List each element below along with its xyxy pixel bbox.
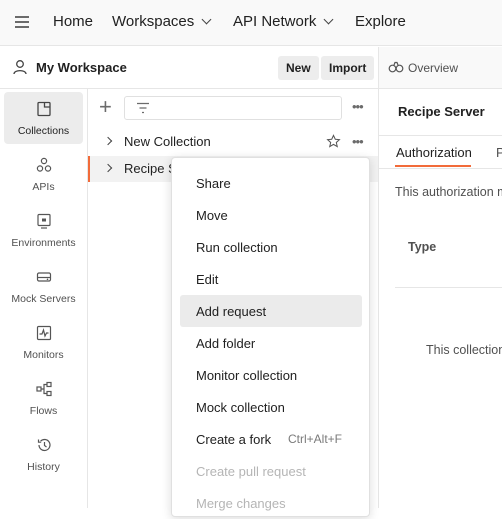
chevron-right-icon[interactable] (103, 163, 113, 173)
filter-icon (137, 102, 149, 114)
nav-explore[interactable]: Explore (355, 13, 406, 30)
more-options-icon[interactable]: ••• (352, 134, 364, 149)
collections-icon (37, 101, 51, 117)
chevron-down-icon (201, 14, 212, 25)
menu-item-run-collection[interactable]: Run collection (180, 231, 362, 263)
menu-item-create-pull-request: Create pull request (180, 455, 362, 487)
menu-item-share[interactable]: Share (180, 167, 362, 199)
menu-item-label: Create pull request (196, 464, 306, 479)
menu-item-add-request[interactable]: Add request (180, 295, 362, 327)
menu-item-label: Run collection (196, 240, 278, 255)
sidebar-item-label: Collections (17, 125, 70, 137)
menu-item-label: Share (196, 176, 231, 191)
overview-tab-label: Overview (408, 61, 459, 75)
sidebar-item-history[interactable]: History (4, 428, 83, 480)
sidebar-item-label: Flows (29, 405, 58, 417)
workspace-header: My Workspace New Import (0, 47, 378, 89)
person-icon (13, 60, 27, 75)
sidebar-item-label: Mock Servers (11, 293, 76, 305)
sidebar-item-collections[interactable]: Collections (4, 92, 83, 144)
flows-icon (36, 381, 52, 397)
import-button[interactable]: Import (321, 56, 375, 80)
tab-overview[interactable]: Overview (379, 47, 502, 89)
chevron-right-icon[interactable] (103, 136, 113, 146)
collection-name: Recipe S (124, 161, 177, 176)
menu-item-edit[interactable]: Edit (180, 263, 362, 295)
type-label: Type (408, 240, 437, 254)
nav-api-network-label: API Network (233, 13, 317, 30)
menu-item-label: Create a fork (196, 432, 272, 447)
apis-icon (36, 157, 52, 172)
menu-item-label: Merge changes (196, 496, 286, 511)
sidebar-item-apis[interactable]: APIs (4, 148, 83, 200)
menu-item-label: Mock collection (196, 400, 285, 415)
more-options-icon[interactable]: ••• (352, 99, 364, 114)
new-button[interactable]: New (278, 56, 319, 80)
collection-title: Recipe Server (398, 104, 485, 119)
nav-workspaces-label: Workspaces (112, 13, 195, 30)
menu-item-merge-changes: Merge changes (180, 487, 362, 519)
menu-item-label: Add folder (196, 336, 256, 351)
hamburger-icon[interactable] (15, 16, 29, 28)
filter-input[interactable] (124, 96, 342, 120)
divider (395, 287, 502, 288)
sidebar-item-label: APIs (32, 181, 55, 193)
star-icon[interactable] (326, 134, 341, 149)
nav-workspaces[interactable]: Workspaces (112, 13, 212, 30)
nav-home[interactable]: Home (53, 13, 93, 30)
right-panel: Overview Recipe Server Authorization P T… (378, 47, 502, 508)
sidebar-item-label: Monitors (23, 349, 64, 361)
collection-body-text: This collection (426, 343, 502, 357)
menu-item-label: Move (196, 208, 228, 223)
tab-authorization[interactable]: Authorization (396, 145, 472, 160)
sidebar-item-flows[interactable]: Flows (4, 372, 83, 424)
active-tab-indicator (395, 165, 471, 167)
history-icon (37, 438, 51, 452)
chevron-down-icon (323, 14, 334, 25)
menu-item-monitor-collection[interactable]: Monitor collection (180, 359, 362, 391)
divider (379, 135, 502, 136)
collection-context-menu: Share Move Run collection Edit Add reque… (171, 157, 370, 517)
sidebar-item-environments[interactable]: Environments (4, 204, 83, 256)
monitors-icon (36, 325, 52, 341)
workspace-title: My Workspace (36, 60, 127, 75)
menu-item-add-folder[interactable]: Add folder (180, 327, 362, 359)
menu-item-move[interactable]: Move (180, 199, 362, 231)
overview-icon (388, 61, 404, 73)
tree-item-new-collection[interactable]: New Collection ••• (88, 129, 378, 155)
selection-indicator (88, 156, 90, 182)
left-sidebar: Collections APIs Environments Mock Serve… (0, 89, 88, 508)
sidebar-item-label: History (27, 461, 60, 473)
authorization-description: This authorization m (395, 185, 502, 199)
sidebar-item-label: Environments (11, 237, 76, 249)
menu-item-mock-collection[interactable]: Mock collection (180, 391, 362, 423)
menu-item-create-fork[interactable]: Create a fork Ctrl+Alt+F (180, 423, 362, 455)
collection-name: New Collection (124, 134, 211, 149)
mock-servers-icon (36, 272, 52, 282)
tab-partial[interactable]: P (496, 145, 502, 160)
environments-icon (37, 213, 51, 229)
menu-item-label: Edit (196, 272, 219, 287)
sidebar-item-mock-servers[interactable]: Mock Servers (4, 260, 83, 312)
sidebar-item-monitors[interactable]: Monitors (4, 316, 83, 368)
menu-item-label: Add request (196, 304, 267, 319)
add-collection-button[interactable]: + (99, 96, 112, 118)
top-bar: Home Workspaces API Network Explore (0, 0, 502, 46)
nav-api-network[interactable]: API Network (233, 13, 334, 30)
menu-item-label: Monitor collection (196, 368, 298, 383)
divider (379, 168, 502, 169)
menu-item-shortcut: Ctrl+Alt+F (288, 432, 343, 446)
